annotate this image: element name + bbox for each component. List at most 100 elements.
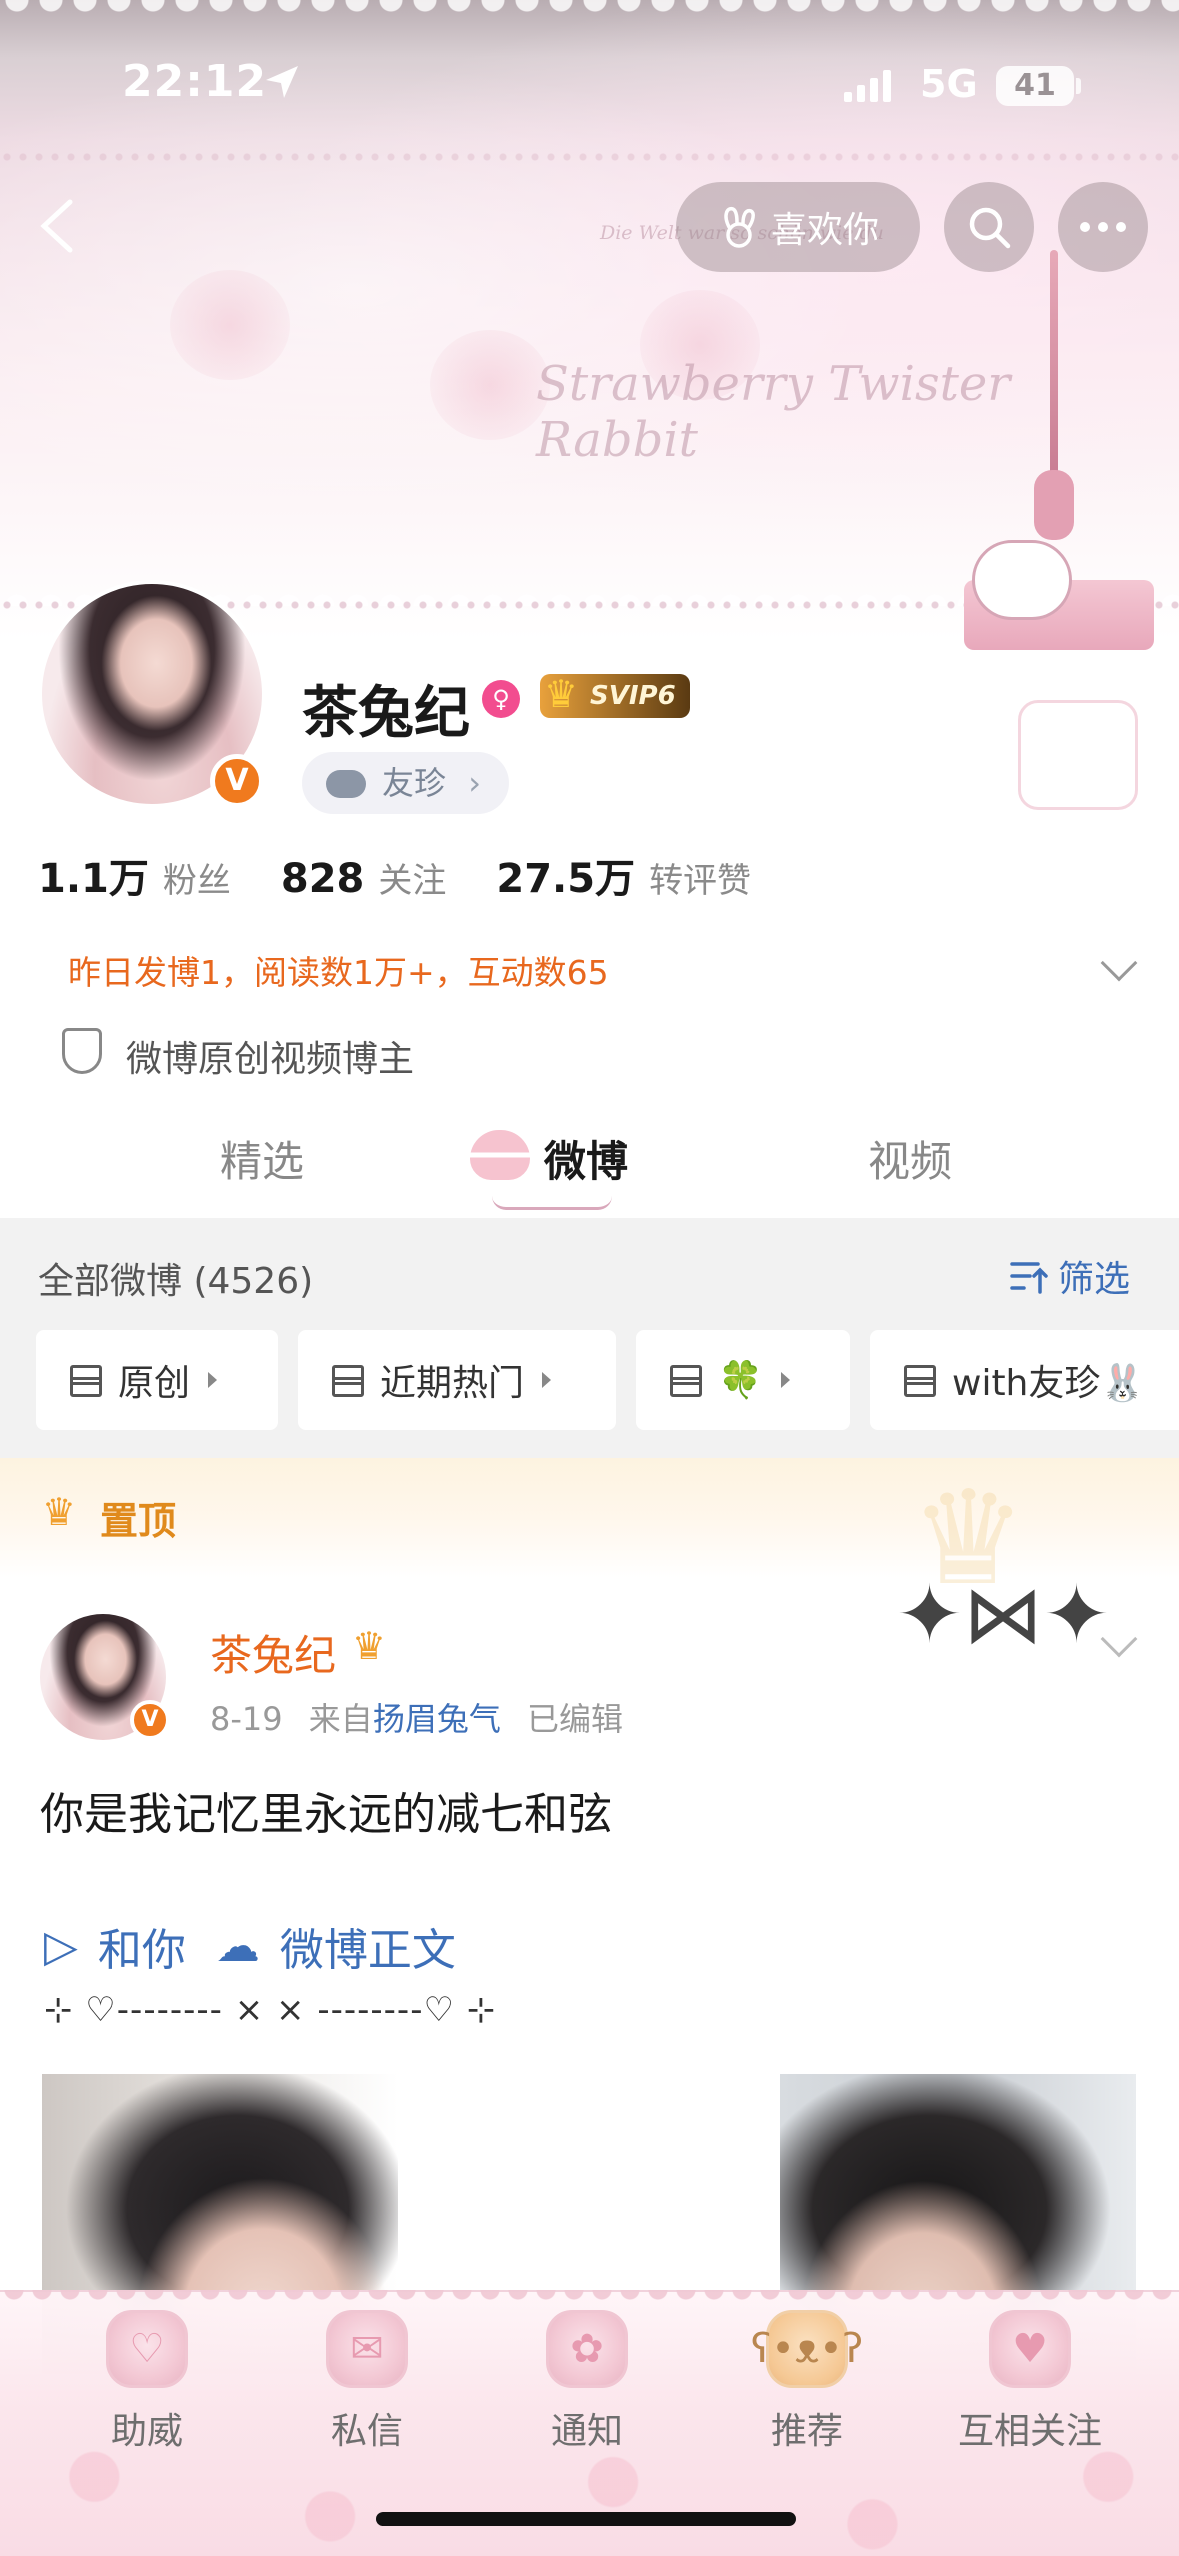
- play-icon: ▷: [44, 1920, 78, 1972]
- status-time: 22:12: [122, 56, 268, 107]
- following-label[interactable]: 关注: [378, 853, 446, 902]
- cloud-link-icon: ☁: [215, 1920, 260, 1972]
- nav-label: 推荐: [770, 2411, 843, 2452]
- home-indicator[interactable]: [376, 2512, 796, 2526]
- banner-lace-top: [0, 0, 1179, 34]
- tab-featured[interactable]: 精选: [220, 1128, 304, 1189]
- chip-clover[interactable]: 🍀: [636, 1330, 850, 1430]
- post-date: 8-19: [210, 1700, 283, 1738]
- followers-count[interactable]: 1.1万: [38, 846, 149, 904]
- triangle-right-icon: [542, 1372, 552, 1388]
- bag-decoration: [1018, 700, 1138, 810]
- post-text: 你是我记忆里永远的减七和弦: [40, 1789, 612, 1840]
- nav-label: 通知: [550, 2411, 623, 2452]
- banner-cat-decoration: [972, 540, 1072, 620]
- chip-original[interactable]: 原创: [36, 1330, 278, 1430]
- post-meta: 8-19 来自扬眉兔气 已编辑: [210, 1694, 623, 1740]
- activity-summary[interactable]: 昨日发博1，阅读数1万+，互动数65: [68, 946, 609, 994]
- nav-label: 助威: [110, 2411, 183, 2452]
- gift-box-icon: ✉: [326, 2310, 408, 2388]
- nav-recommend[interactable]: ʕ•ᴥ•ʔ 推荐: [712, 2310, 902, 2480]
- layers-icon: [328, 1365, 362, 1395]
- female-icon: ♀: [482, 680, 520, 718]
- verified-badge-icon: V: [210, 754, 264, 808]
- post-links: ▷ 和你 ☁ 微博正文: [44, 1914, 456, 1978]
- cloud-icon: [326, 770, 366, 798]
- purse-icon: ♡: [106, 2310, 188, 2388]
- filter-button[interactable]: 筛选: [1008, 1250, 1130, 1302]
- rabbit-icon: [724, 206, 755, 248]
- triangle-right-icon: [208, 1372, 218, 1388]
- chevron-right-icon: ›: [468, 764, 481, 802]
- active-tab-indicator: [492, 1196, 612, 1210]
- more-dots-icon: [1080, 222, 1126, 232]
- post-source[interactable]: 扬眉兔气: [373, 1700, 501, 1738]
- music-link[interactable]: 和你: [98, 1914, 186, 1978]
- tab-weibo[interactable]: 微博: [544, 1128, 628, 1189]
- signal-icon: [842, 68, 894, 108]
- filter-icon: [1010, 1262, 1048, 1294]
- full-text-link[interactable]: 微博正文: [280, 1914, 456, 1978]
- layers-icon: [666, 1365, 700, 1395]
- banner-decoration: [170, 270, 290, 380]
- location-arrow-icon: [262, 62, 302, 106]
- followers-label[interactable]: 粉丝: [163, 853, 231, 902]
- crown-icon: ♛: [352, 1624, 387, 1668]
- chip-label: with友珍🐰: [952, 1363, 1146, 1404]
- apple-icon: ♥: [989, 2310, 1071, 2388]
- chevron-down-icon[interactable]: [1100, 944, 1138, 982]
- chip-label: 🍀: [718, 1360, 763, 1401]
- layers-icon: [66, 1365, 100, 1395]
- engagement-count[interactable]: 27.5万: [496, 846, 635, 904]
- banner-pen-decoration: [1050, 250, 1058, 480]
- like-you-label: 喜欢你: [770, 210, 879, 251]
- tab-video[interactable]: 视频: [868, 1128, 952, 1189]
- banner-decoration: [430, 330, 550, 440]
- chip-label: 近期热门: [380, 1363, 525, 1404]
- battery-tip: [1076, 78, 1081, 94]
- bow-decoration-icon: ✦⋈✦: [896, 1568, 1111, 1661]
- crown-icon: ♛: [544, 672, 579, 716]
- nav-label: 私信: [330, 2411, 403, 2452]
- triangle-right-icon: [780, 1372, 790, 1388]
- layers-icon: [900, 1365, 934, 1395]
- certification-text: 微博原创视频博主: [126, 1039, 415, 1080]
- post-author-name[interactable]: 茶兔纪: [210, 1622, 336, 1683]
- bottom-lace-decoration: [0, 2290, 1179, 2312]
- post-decoration-text: ⊹ ♡-------- ⨯ ⨯ --------♡ ⊹: [44, 1990, 497, 2030]
- crown-icon: ♛: [42, 1490, 77, 1534]
- profile-stats: 1.1万 粉丝 828 关注 27.5万 转评赞: [38, 846, 801, 904]
- banner-tassel-decoration: [1034, 470, 1074, 540]
- bunny-icon: ✿: [546, 2310, 628, 2388]
- shield-check-icon: [62, 1028, 102, 1074]
- nav-notifications[interactable]: ✿ 通知: [492, 2310, 682, 2480]
- pinned-label: 置顶: [100, 1499, 177, 1543]
- chip-label: 原创: [118, 1363, 191, 1404]
- banner-script-text: Strawberry Twister Rabbit: [536, 356, 1011, 468]
- nav-cheer[interactable]: ♡ 助威: [52, 2310, 242, 2480]
- verified-badge-icon: V: [130, 1700, 170, 1740]
- like-you-button[interactable]: 喜欢你: [676, 182, 920, 272]
- bear-icon: ʕ•ᴥ•ʔ: [751, 2310, 863, 2388]
- nav-mutual-follow[interactable]: ♥ 互相关注: [932, 2310, 1128, 2480]
- back-button[interactable]: [30, 196, 90, 256]
- chip-with-youzhen[interactable]: with友珍🐰: [870, 1330, 1179, 1430]
- fan-group-label: 友珍: [382, 764, 447, 802]
- following-count[interactable]: 828: [281, 856, 365, 902]
- all-posts-count: 全部微博 (4526): [38, 1261, 314, 1302]
- engagement-label[interactable]: 转评赞: [649, 853, 751, 902]
- search-icon: [969, 207, 1011, 249]
- banner-lace-dots: [0, 150, 1179, 164]
- macaron-icon: [470, 1130, 530, 1180]
- profile-name: 茶兔纪: [302, 681, 470, 746]
- filter-label: 筛选: [1058, 1259, 1131, 1300]
- post-from-prefix: 来自: [308, 1700, 373, 1738]
- battery-icon: 41: [996, 66, 1074, 106]
- nav-label: 互相关注: [957, 2411, 1102, 2452]
- network-type: 5G: [920, 62, 978, 106]
- nav-messages[interactable]: ✉ 私信: [272, 2310, 462, 2480]
- chip-recent-hot[interactable]: 近期热门: [298, 1330, 616, 1430]
- search-button[interactable]: [944, 182, 1034, 272]
- chevron-left-icon: [40, 199, 73, 253]
- more-button[interactable]: [1058, 182, 1148, 272]
